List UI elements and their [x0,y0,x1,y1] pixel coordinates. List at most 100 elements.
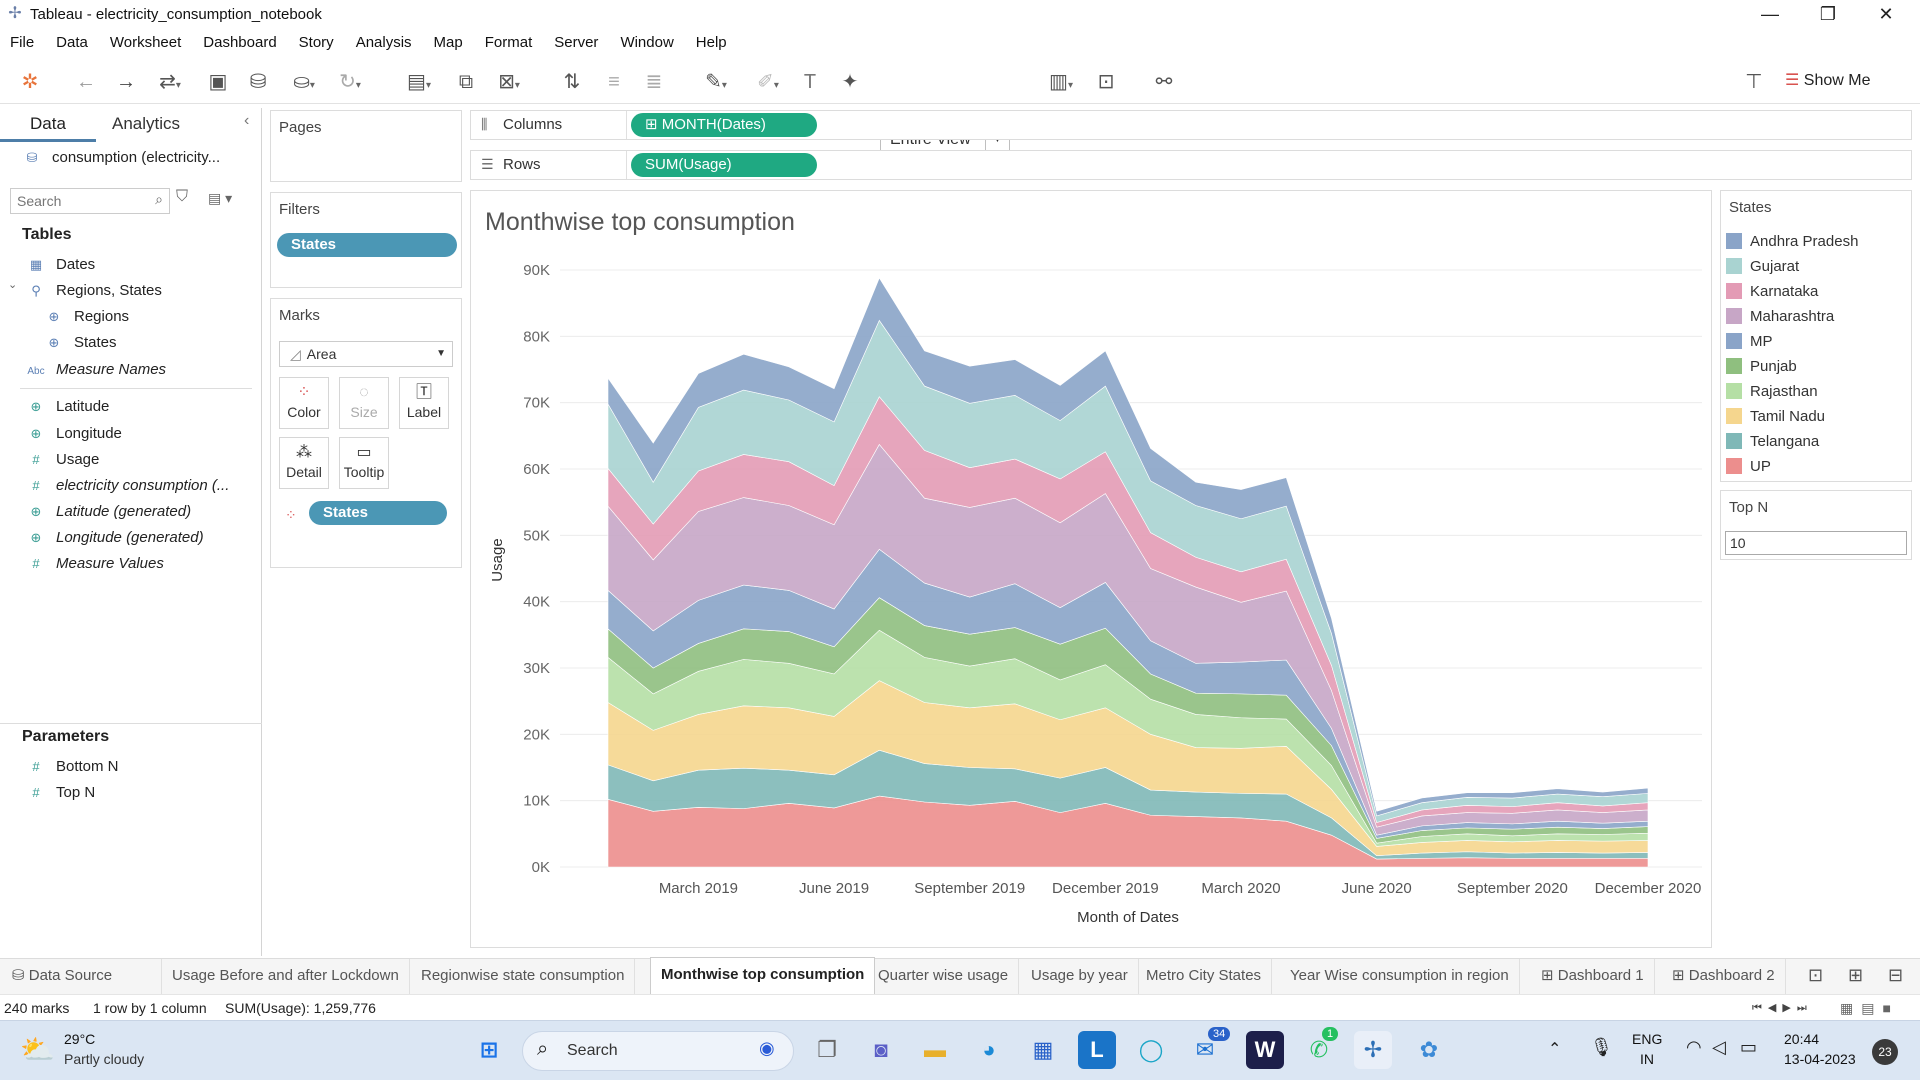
field-measure-values[interactable]: # Measure Values [26,552,163,576]
field-latitude-generated[interactable]: ⊕ Latitude (generated) [26,500,192,524]
region-code[interactable]: IN [1640,1051,1654,1067]
param-bottom-n[interactable]: # Bottom N [26,755,118,779]
tab-year-wise-consumption-in-region[interactable]: Year Wise consumption in region [1280,959,1520,995]
minimize-button[interactable]: — [1742,0,1798,28]
pin-icon[interactable]: ⊤ [1740,68,1768,96]
filter-fields-icon[interactable]: ⛉ [176,188,188,206]
search-box[interactable]: ⌕ [10,188,170,214]
clock-date[interactable]: 13-04-2023 [1784,1051,1856,1067]
store-icon[interactable]: ▦ [1024,1031,1062,1069]
menu-worksheet[interactable]: Worksheet [110,34,181,51]
tableau-taskbar-icon[interactable]: ✢ [1354,1031,1392,1069]
new-worksheet-icon[interactable]: ⊡ [1808,965,1823,986]
close-button[interactable]: ✕ [1858,0,1914,28]
undo-icon[interactable]: ← [72,68,100,96]
clear-sheet-icon[interactable]: ⊠▾ [488,68,530,96]
tab-quarter-wise-usage[interactable]: Quarter wise usage [868,959,1020,995]
view-mode-icon[interactable]: ▦▤■ [1840,995,1899,1021]
presentation-mode-icon[interactable]: ⊡ [1092,68,1120,96]
new-worksheet-icon[interactable]: ▤▾ [398,68,440,96]
sheet-navigation-icon[interactable]: ⏮◀▶⏭ [1752,995,1813,1021]
columns-pill-month-dates[interactable]: ⊞ MONTH(Dates) [631,113,817,137]
pause-updates-icon[interactable]: ⛀▾ [284,68,324,96]
legend-item[interactable]: Rajasthan [1726,381,1818,403]
save-icon[interactable]: ▣ [204,68,232,96]
datasource-item[interactable]: ⛁ consumption (electricity... [22,146,221,170]
swap-rows-columns-icon[interactable]: ⇅ [558,68,586,96]
legend-item[interactable]: Punjab [1726,356,1797,378]
menu-data[interactable]: Data [56,34,88,51]
legend-item[interactable]: MP [1726,331,1773,353]
legend-item[interactable]: Telangana [1726,431,1819,453]
webex-icon[interactable]: W [1246,1031,1284,1069]
tab-regionwise-state-consumption[interactable]: Regionwise state consumption [411,959,636,995]
windows-start-icon[interactable]: ⊞ [470,1031,508,1069]
tableau-prep-icon[interactable]: ✿ [1410,1031,1448,1069]
maximize-button[interactable]: ❐ [1800,0,1856,28]
field-usage[interactable]: # Usage [26,448,99,472]
tab-usage-before-after-lockdown[interactable]: Usage Before and after Lockdown [162,959,410,995]
legend-item[interactable]: Tamil Nadu [1726,406,1825,428]
filter-pill-states[interactable]: States [277,233,457,257]
highlight-icon[interactable]: ✎▾ [696,68,736,96]
field-longitude-generated[interactable]: ⊕ Longitude (generated) [26,526,204,550]
group-members-icon[interactable]: ✐▾ [748,68,788,96]
tab-monthwise-top-consumption[interactable]: Monthwise top consumption [650,957,876,995]
sort-descending-icon[interactable]: ≣ [640,68,668,96]
tab-analytics[interactable]: Analytics [112,108,180,142]
menu-dashboard[interactable]: Dashboard [203,34,276,51]
microphone-icon[interactable]: 🎙 [1590,1037,1613,1058]
new-datasource-icon[interactable]: ⛁ [244,68,272,96]
detail-button[interactable]: ⁂ Detail [279,437,329,489]
rows-pill-sum-usage[interactable]: SUM(Usage) [631,153,817,177]
field-longitude[interactable]: ⊕ Longitude [26,422,122,446]
expand-chevron-icon[interactable]: ⌄ [8,278,17,291]
data-source-tab[interactable]: ⛁ Data Source [0,959,162,995]
legend-item[interactable]: Andhra Pradesh [1726,231,1858,253]
marks-pill-states[interactable]: States [309,501,447,525]
show-me-button[interactable]: ☰ Show Me [1785,70,1871,90]
area-chart[interactable]: 0K 10K 20K 30K 40K 50K 60K 70K 80K 90K March 2019 J… [470,240,1710,940]
field-dates[interactable]: ▦ Dates [26,253,95,277]
teams-icon[interactable]: ◙ [862,1031,900,1069]
show-cards-icon[interactable]: ▥▾ [1040,68,1082,96]
tab-usage-by-year[interactable]: Usage by year [1021,959,1139,995]
battery-icon[interactable]: ▭ [1740,1037,1757,1058]
language-code[interactable]: ENG [1632,1031,1662,1047]
legend-item[interactable]: Gujarat [1726,256,1799,278]
columns-shelf[interactable]: ⫼ Columns ⊞ MONTH(Dates) [470,110,1912,140]
new-story-icon[interactable]: ⊟ [1888,965,1903,986]
topn-input[interactable]: 10 [1725,531,1907,555]
filters-shelf[interactable]: Filters States [270,192,462,288]
tab-data[interactable]: Data [0,108,96,142]
pages-shelf[interactable]: Pages [270,110,462,182]
sort-ascending-icon[interactable]: ≡ [600,68,628,96]
search-input[interactable] [11,189,141,213]
field-regions[interactable]: ⊕ Regions [44,305,130,329]
menu-analysis[interactable]: Analysis [356,34,412,51]
tab-dashboard-2[interactable]: ⊞ Dashboard 2 [1662,959,1786,995]
new-dashboard-icon[interactable]: ⊞ [1848,965,1863,986]
field-regions-states[interactable]: ⚲ Regions, States [26,279,162,303]
menu-file[interactable]: File [10,34,34,51]
linkedin-learning-icon[interactable]: L [1078,1031,1116,1069]
redo-icon[interactable]: → [112,68,140,96]
fix-axes-icon[interactable]: ✦ [836,68,864,96]
notification-badge[interactable]: 23 [1872,1039,1898,1065]
field-measure-names[interactable]: Abc Measure Names [26,358,166,382]
rows-shelf[interactable]: ☰ Rows SUM(Usage) [470,150,1912,180]
edge-icon[interactable]: ◕ [970,1031,1008,1069]
alexa-icon[interactable]: ◯ [1132,1031,1170,1069]
task-view-icon[interactable]: ❐ [808,1031,846,1069]
menu-server[interactable]: Server [554,34,598,51]
wifi-icon[interactable]: ◠ [1686,1037,1702,1058]
menu-story[interactable]: Story [299,34,334,51]
color-button[interactable]: ⁘ Color [279,377,329,429]
show-hidden-icons-icon[interactable]: ⌃ [1548,1039,1561,1059]
replay-icon[interactable]: ⇄▾ [150,68,190,96]
param-top-n[interactable]: # Top N [26,781,95,805]
view-options-icon[interactable]: ▤ ▾ [208,190,232,207]
tooltip-button[interactable]: ▭ Tooltip [339,437,389,489]
field-states[interactable]: ⊕ States [44,331,117,355]
show-mark-labels-icon[interactable]: T [796,68,824,96]
